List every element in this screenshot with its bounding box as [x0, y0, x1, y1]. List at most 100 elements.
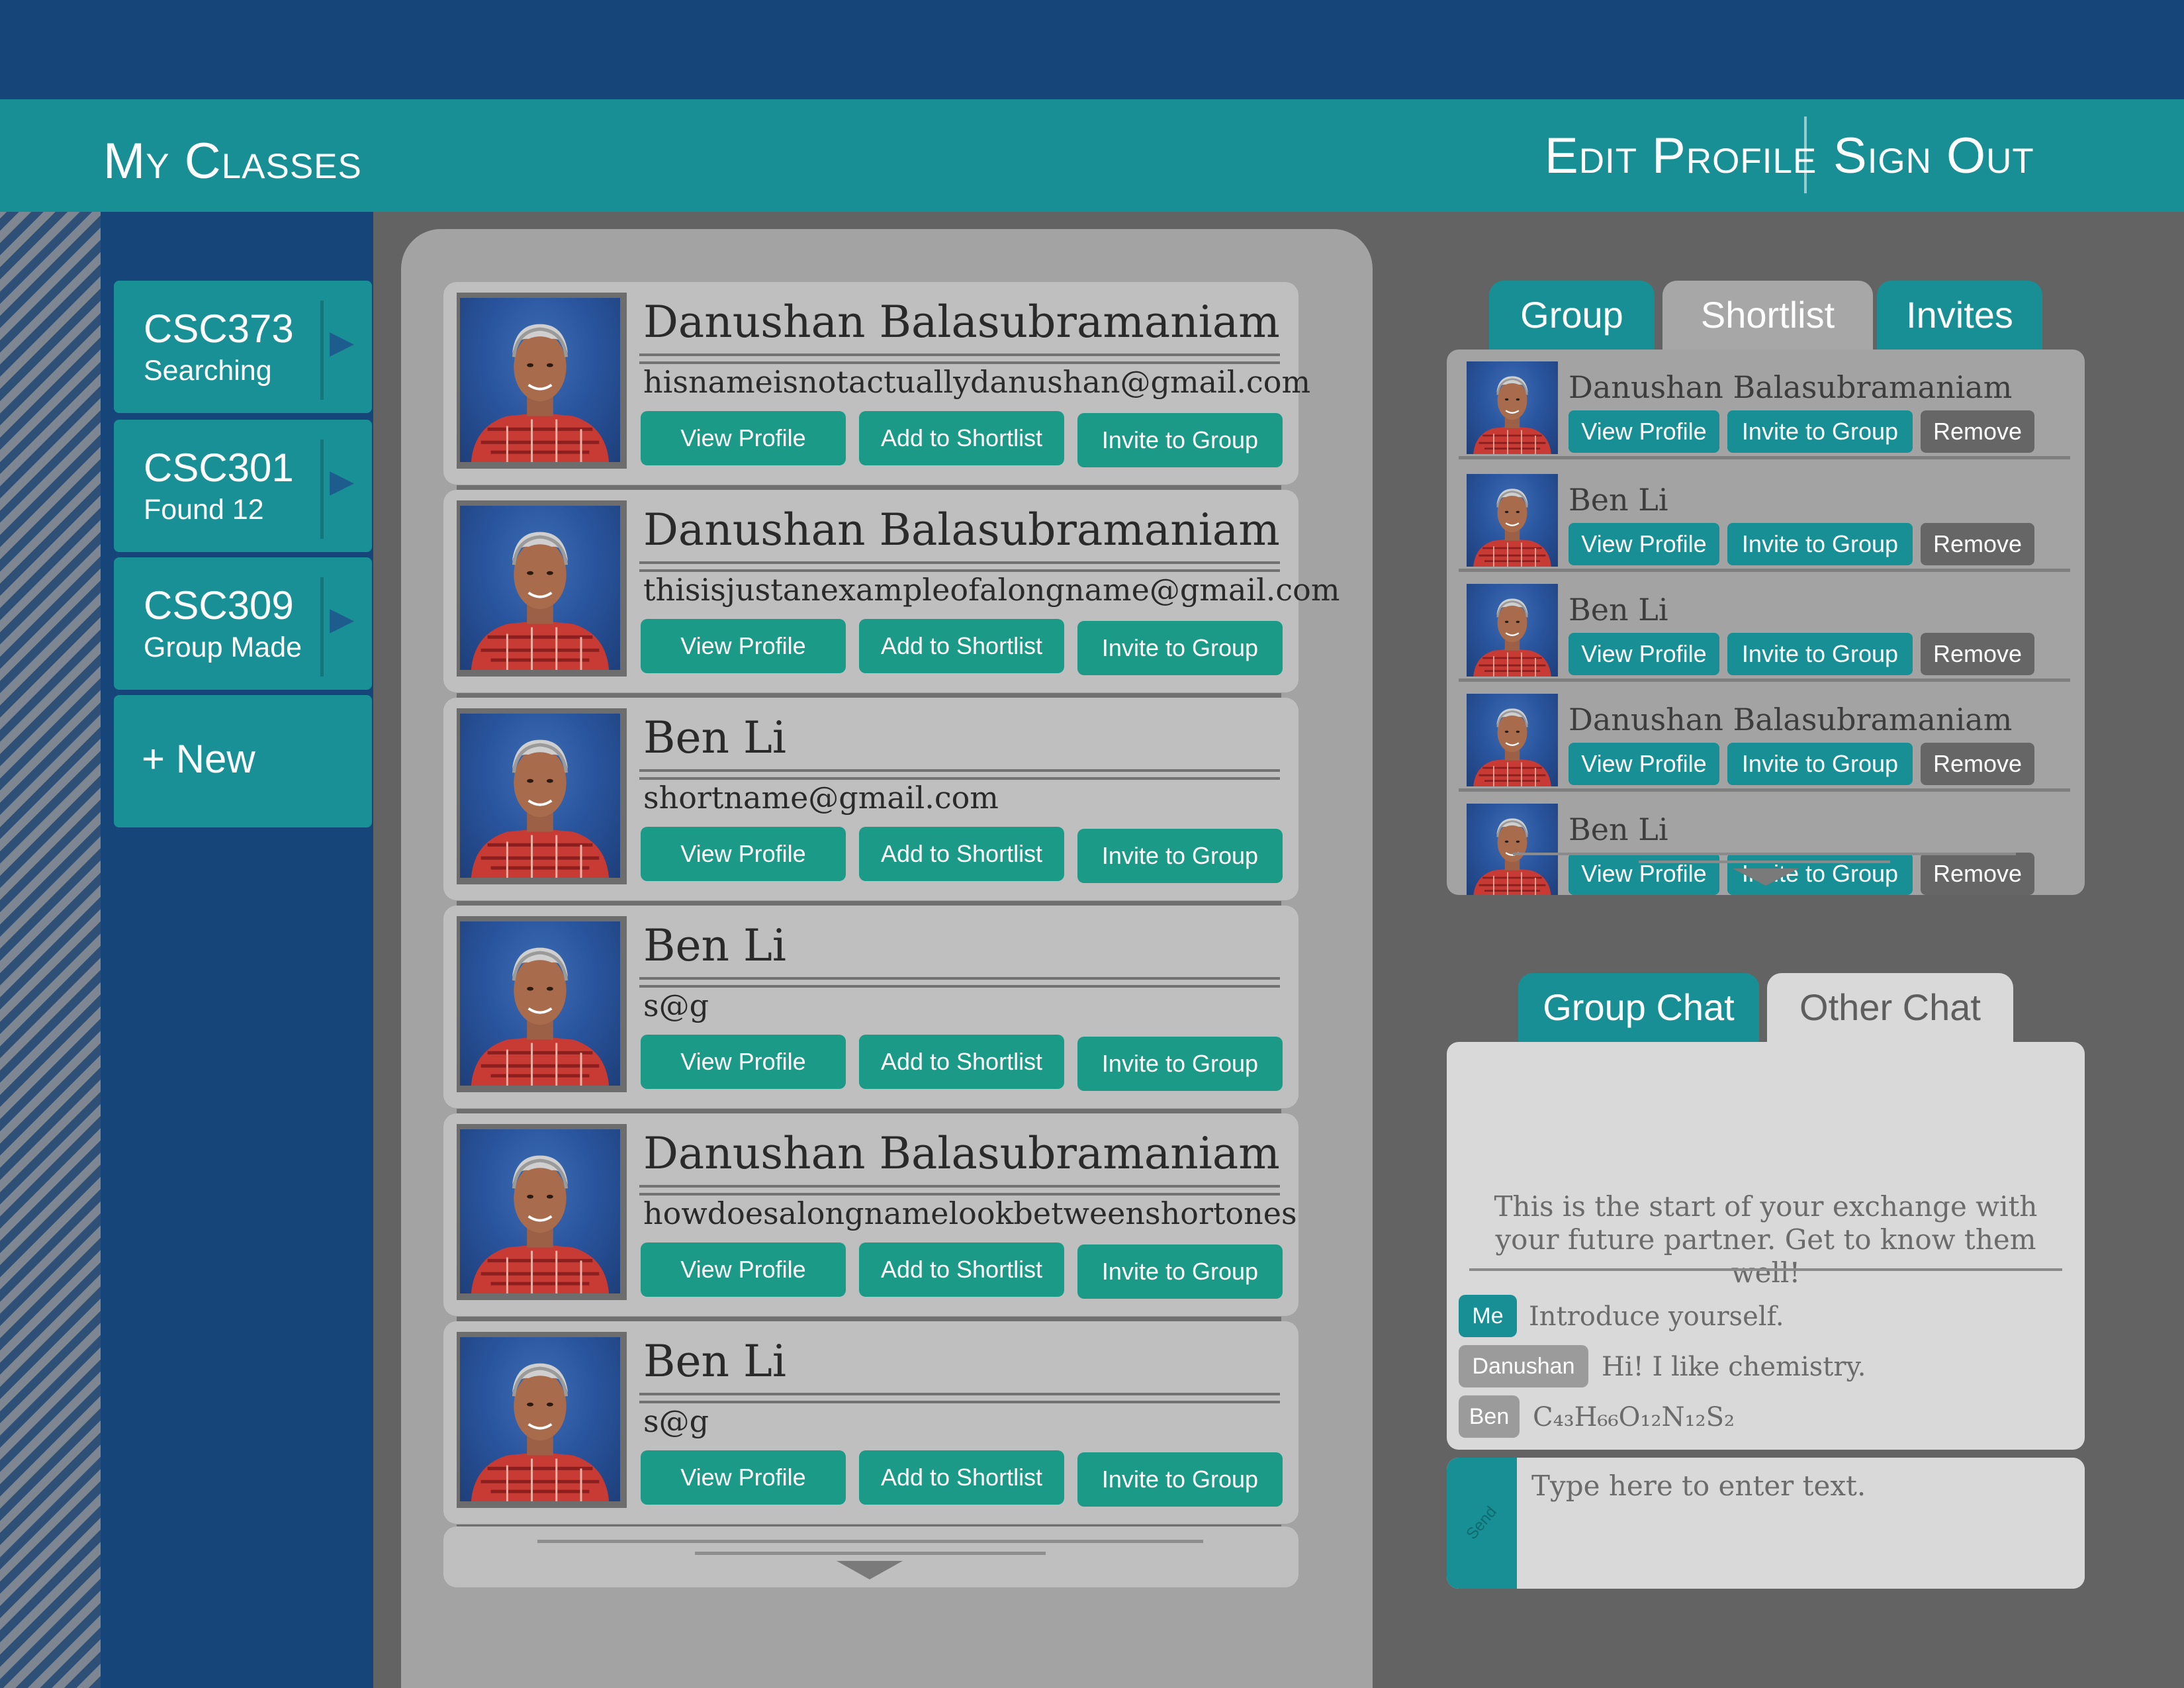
shortlist-photo[interactable]	[1467, 474, 1558, 567]
profile-photo[interactable]	[460, 921, 620, 1086]
tab-invites[interactable]: Invites	[1877, 281, 2042, 350]
view-profile-button[interactable]: View Profile	[641, 1450, 846, 1505]
shortlist-photo[interactable]	[1467, 361, 1558, 454]
profile-photo[interactable]	[460, 298, 620, 462]
profile-email: s@g	[643, 988, 709, 1023]
tab-group-chat[interactable]: Group Chat	[1518, 973, 1759, 1042]
view-profile-button[interactable]: View Profile	[641, 827, 846, 881]
class-code: CSC373	[144, 306, 294, 351]
view-profile-button[interactable]: View Profile	[1569, 853, 1719, 895]
shortlist-row: Danushan Balasubramaniam View Profile Invi…	[1459, 682, 2070, 792]
shortlist-name[interactable]: Ben Li	[1569, 812, 1668, 847]
shortlist-name[interactable]: Danushan Balasubramaniam	[1569, 702, 2012, 737]
photo-frame	[457, 1124, 627, 1300]
add-to-shortlist-button[interactable]: Add to Shortlist	[859, 827, 1064, 881]
remove-button[interactable]: Remove	[1921, 410, 2034, 453]
invite-to-group-button[interactable]: Invite to Group	[1077, 413, 1283, 467]
tab-shortlist[interactable]: Shortlist	[1662, 281, 1873, 350]
class-card-csc373[interactable]: CSC373 Searching ▶	[114, 281, 372, 413]
view-profile-button[interactable]: View Profile	[1569, 410, 1719, 453]
view-profile-button[interactable]: View Profile	[641, 411, 846, 465]
results-scroll-indicator[interactable]	[443, 1526, 1298, 1587]
invite-to-group-button[interactable]: Invite to Group	[1727, 410, 1913, 453]
page-title[interactable]: My Classes	[103, 132, 362, 190]
view-profile-button[interactable]: View Profile	[641, 1243, 846, 1297]
invite-to-group-button[interactable]: Invite to Group	[1077, 829, 1283, 883]
chat-divider	[1469, 1268, 2062, 1271]
profile-card: Danushan Balasubramaniam thisisjustanexam…	[443, 490, 1340, 698]
profile-name[interactable]: Ben Li	[643, 712, 786, 763]
shortlist-row: Ben Li View Profile Invite to Group Remove	[1459, 462, 2070, 572]
profile-name[interactable]: Ben Li	[643, 920, 786, 971]
photo-frame	[457, 293, 627, 469]
remove-button[interactable]: Remove	[1921, 853, 2034, 895]
add-to-shortlist-button[interactable]: Add to Shortlist	[859, 619, 1064, 673]
class-card-csc301[interactable]: CSC301 Found 12 ▶	[114, 420, 372, 552]
chevron-right-icon[interactable]: ▶	[330, 324, 354, 361]
sign-out-link[interactable]: Sign Out	[1833, 127, 2034, 185]
shortlist-photo[interactable]	[1467, 694, 1558, 786]
scroll-line	[537, 1540, 1203, 1543]
invite-to-group-button[interactable]: Invite to Group	[1727, 743, 1913, 785]
profile-email: hisnameisnotactuallydanushan@gmail.com	[643, 364, 1311, 400]
class-card-divider	[320, 301, 324, 400]
view-profile-button[interactable]: View Profile	[1569, 523, 1719, 565]
view-profile-button[interactable]: View Profile	[641, 1035, 846, 1089]
add-to-shortlist-button[interactable]: Add to Shortlist	[859, 1243, 1064, 1297]
class-card-csc309[interactable]: CSC309 Group Made ▶	[114, 557, 372, 690]
profile-photo[interactable]	[460, 714, 620, 878]
view-profile-button[interactable]: View Profile	[1569, 743, 1719, 785]
remove-button[interactable]: Remove	[1921, 743, 2034, 785]
tab-group[interactable]: Group	[1489, 281, 1655, 350]
tab-other-chat[interactable]: Other Chat	[1767, 973, 2013, 1042]
profile-email: s@g	[643, 1403, 709, 1439]
profile-photo[interactable]	[460, 1337, 620, 1501]
remove-button[interactable]: Remove	[1921, 523, 2034, 565]
new-class-button[interactable]: + New	[114, 695, 372, 827]
sender-badge-danushan: Danushan	[1459, 1345, 1588, 1387]
chevron-right-icon[interactable]: ▶	[330, 600, 354, 637]
chat-text-input[interactable]	[1517, 1458, 2085, 1589]
profile-name[interactable]: Danushan Balasubramaniam	[643, 504, 1280, 555]
scroll-down-icon[interactable]	[1733, 868, 1799, 886]
top-bar	[0, 0, 2184, 99]
profile-email: howdoesalongnamelookbetweenshortones	[643, 1196, 1297, 1231]
shortlist-name[interactable]: Ben Li	[1569, 592, 1668, 628]
scroll-down-icon[interactable]	[837, 1561, 903, 1579]
profile-name[interactable]: Danushan Balasubramaniam	[643, 297, 1280, 348]
edit-profile-link[interactable]: Edit Profile	[1545, 127, 1817, 185]
shortlist-name[interactable]: Danushan Balasubramaniam	[1569, 369, 2012, 405]
striped-margin	[0, 212, 101, 1688]
remove-button[interactable]: Remove	[1921, 633, 2034, 675]
invite-to-group-button[interactable]: Invite to Group	[1077, 1244, 1283, 1299]
name-underline	[639, 1393, 1280, 1395]
view-profile-button[interactable]: View Profile	[641, 619, 846, 673]
shortlist-photo[interactable]	[1467, 584, 1558, 677]
photo-frame	[457, 500, 627, 677]
shortlist-row: Ben Li View Profile Invite to Group Remove	[1459, 572, 2070, 682]
invite-to-group-button[interactable]: Invite to Group	[1077, 1452, 1283, 1507]
invite-to-group-button[interactable]: Invite to Group	[1077, 1037, 1283, 1091]
profile-card: Danushan Balasubramaniam hisnameisnotactu…	[443, 282, 1310, 491]
add-to-shortlist-button[interactable]: Add to Shortlist	[859, 411, 1064, 465]
shortlist-photo[interactable]	[1467, 804, 1558, 895]
invite-to-group-button[interactable]: Invite to Group	[1727, 633, 1913, 675]
class-status: Found 12	[144, 494, 264, 526]
view-profile-button[interactable]: View Profile	[1569, 633, 1719, 675]
shortlist-name[interactable]: Ben Li	[1569, 482, 1668, 518]
profile-name[interactable]: Ben Li	[643, 1336, 786, 1387]
shortlist-row: Danushan Balasubramaniam View Profile Invi…	[1459, 350, 2070, 459]
class-status: Searching	[144, 355, 272, 387]
add-to-shortlist-button[interactable]: Add to Shortlist	[859, 1035, 1064, 1089]
profile-photo[interactable]	[460, 506, 620, 670]
add-to-shortlist-button[interactable]: Add to Shortlist	[859, 1450, 1064, 1505]
send-button[interactable]: Send	[1447, 1458, 1517, 1589]
scroll-line	[1639, 861, 1890, 863]
chat-input-area: Send	[1447, 1458, 2085, 1589]
profile-name[interactable]: Danushan Balasubramaniam	[643, 1128, 1280, 1179]
chevron-right-icon[interactable]: ▶	[330, 463, 354, 500]
chat-intro-text: This is the start of your exchange with …	[1494, 1190, 2038, 1289]
invite-to-group-button[interactable]: Invite to Group	[1077, 621, 1283, 675]
profile-photo[interactable]	[460, 1129, 620, 1293]
invite-to-group-button[interactable]: Invite to Group	[1727, 523, 1913, 565]
